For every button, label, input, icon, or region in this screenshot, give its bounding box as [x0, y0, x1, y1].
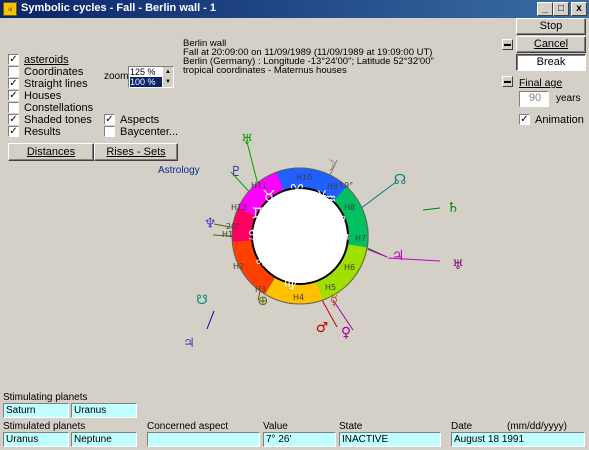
venus-icon: ♀: [341, 325, 351, 341]
degree-mark-20: 20°: [226, 222, 240, 231]
lower-left-icon: ♃: [183, 336, 195, 351]
degree-mark-19: 19°: [339, 181, 353, 190]
state-label: State: [339, 421, 363, 432]
house-12: H12: [231, 203, 247, 212]
house-5: H5: [325, 283, 336, 292]
aspect-label: Concerned aspect: [147, 421, 229, 432]
node-icon: ☊: [394, 172, 406, 188]
jupiter-right-icon: ♅: [452, 258, 464, 273]
sign-libra: ♎: [311, 262, 324, 280]
sign-cancer: ♋: [247, 226, 260, 244]
south-node-icon: ☋: [196, 293, 208, 308]
value-field[interactable]: 7° 26': [263, 432, 336, 447]
stimulated-label: Stimulated planets: [3, 421, 86, 432]
jupiter-icon: ♃: [392, 248, 405, 264]
astro-wheel: ♈ ♉ ♊ ♋ ♌ ♍ ♎ ♏ ♐ ♑ ♒ ♓ H10 H11 H12 H1 H…: [183, 132, 464, 351]
house-7: H7: [355, 234, 366, 243]
pluto-icon: ♇: [230, 164, 243, 180]
date-field[interactable]: August 18 1991: [451, 432, 585, 447]
house-6: H6: [344, 263, 355, 272]
mercury-icon: ☿: [330, 293, 339, 309]
uranus-icon: ♅: [241, 132, 254, 148]
state-field[interactable]: INACTIVE: [339, 432, 441, 447]
value-label: Value: [263, 421, 288, 432]
house-1: H1: [222, 230, 233, 239]
stimulating-field-1[interactable]: Saturn: [3, 403, 69, 418]
moon-icon: ☽: [324, 158, 337, 174]
date-format-label: (mm/dd/yyyy): [507, 421, 567, 432]
house-10: H10: [296, 173, 312, 182]
sign-gemini: ♊: [251, 204, 264, 222]
sign-virgo: ♍: [283, 273, 296, 291]
stimulated-field-2[interactable]: Neptune: [71, 432, 137, 447]
h3-planet-icon: ⊕: [258, 294, 269, 309]
line-lower-left: [206, 310, 215, 330]
stimulated-field-1[interactable]: Uranus: [3, 432, 69, 447]
house-4: H4: [293, 293, 304, 302]
aspect-field[interactable]: [147, 432, 260, 447]
date-label: Date: [451, 421, 473, 432]
house-11: H11: [251, 181, 267, 190]
house-2: H2: [233, 262, 244, 271]
stimulating-field-2[interactable]: Uranus: [71, 403, 137, 418]
stimulating-label: Stimulating planets: [3, 392, 88, 403]
mars-icon: ♂: [316, 320, 329, 336]
saturn-icon: ♄: [447, 200, 460, 216]
house-8: H8: [344, 203, 355, 212]
sign-sagittarius: ♐: [336, 231, 349, 249]
house-3: H3: [255, 285, 266, 294]
house-9: H9: [327, 182, 338, 191]
sign-aries: ♈: [290, 181, 303, 199]
line-saturn: [422, 207, 441, 211]
sign-leo: ♌: [254, 252, 267, 270]
neptune-icon: ♆: [204, 216, 217, 232]
